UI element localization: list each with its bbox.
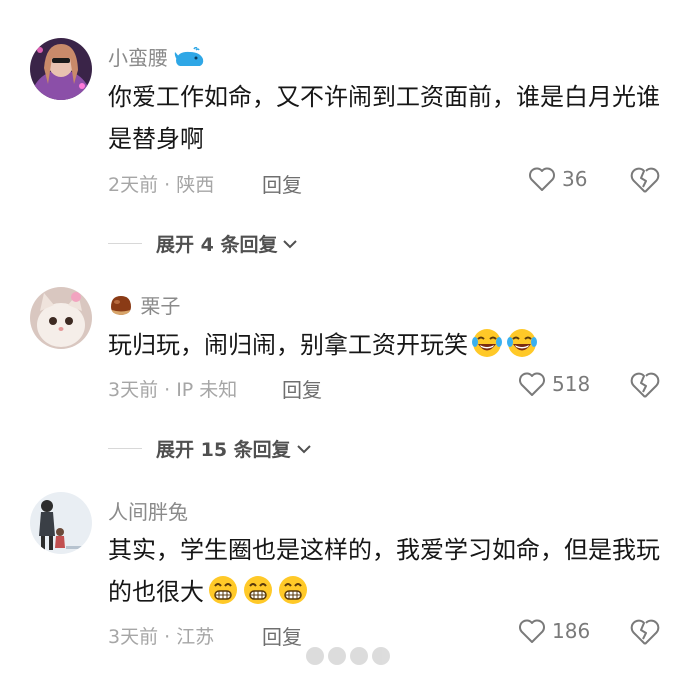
comment-meta: 2天前 · 陕西 (108, 174, 215, 196)
username[interactable]: 人间胖兔 (108, 496, 188, 525)
watermark (306, 647, 404, 669)
username-text[interactable]: 栗子 (140, 294, 180, 318)
broken-heart-icon (630, 619, 660, 645)
like-count: 186 (552, 619, 591, 643)
heart-icon (519, 372, 545, 396)
like-button[interactable]: 186 (518, 618, 590, 644)
whale-icon (175, 46, 204, 66)
username-text[interactable]: 小蛮腰 (108, 46, 168, 70)
reply-button[interactable]: 回复 (262, 621, 302, 650)
chevron-down-icon (296, 444, 311, 453)
expand-replies-label[interactable]: 展开 15 条回复 (156, 435, 291, 462)
divider (108, 448, 142, 449)
dislike-button[interactable] (630, 166, 660, 198)
broken-heart-icon (630, 167, 660, 193)
dislike-button[interactable] (630, 371, 660, 403)
chevron-down-icon (283, 239, 298, 248)
heart-icon (529, 167, 555, 191)
grin-emoji (209, 576, 237, 604)
grin-emoji (279, 576, 307, 604)
divider (108, 243, 142, 244)
username[interactable]: 小蛮腰 (108, 42, 206, 71)
laugh-cry-emoji (472, 329, 502, 357)
avatar[interactable] (30, 38, 92, 100)
comment-text: 你爱工作如命，又不许闹到工资面前，谁是白月光谁是替身啊 (108, 83, 660, 153)
grin-emoji (244, 576, 272, 604)
expand-replies-button[interactable]: 展开 15 条回复 (108, 435, 313, 462)
like-count: 518 (552, 372, 591, 396)
watermark-dot (306, 647, 324, 665)
reply-button[interactable]: 回复 (262, 169, 302, 198)
like-button[interactable]: 36 (528, 166, 587, 192)
like-count: 36 (562, 167, 588, 191)
comment-text-content: 玩归玩，闹归闹，别拿工资开玩笑 (108, 331, 468, 359)
comment-text: 玩归玩，闹归闹，别拿工资开玩笑 (108, 324, 668, 366)
comment-meta: 3天前 · 江苏 (108, 626, 215, 648)
heart-icon (519, 619, 545, 643)
comment-text-content: 其实，学生圈也是这样的，我爱学习如命，但是我玩的也很大 (108, 536, 660, 606)
avatar[interactable] (30, 492, 92, 554)
expand-replies-label[interactable]: 展开 4 条回复 (156, 230, 277, 257)
broken-heart-icon (630, 372, 660, 398)
like-button[interactable]: 518 (518, 371, 590, 397)
reply-button[interactable]: 回复 (282, 374, 322, 403)
dislike-button[interactable] (630, 618, 660, 650)
username[interactable]: 栗子 (108, 290, 180, 319)
expand-replies-button[interactable]: 展开 4 条回复 (108, 230, 299, 257)
comment-text: 其实，学生圈也是这样的，我爱学习如命，但是我玩的也很大 (108, 529, 668, 613)
watermark-dot (350, 647, 368, 665)
laugh-cry-emoji (507, 329, 537, 357)
comment-meta: 3天前 · IP 未知 (108, 379, 238, 401)
avatar[interactable] (30, 287, 92, 349)
watermark-dot (372, 647, 390, 665)
watermark-dot (328, 647, 346, 665)
chestnut-icon (111, 296, 131, 315)
